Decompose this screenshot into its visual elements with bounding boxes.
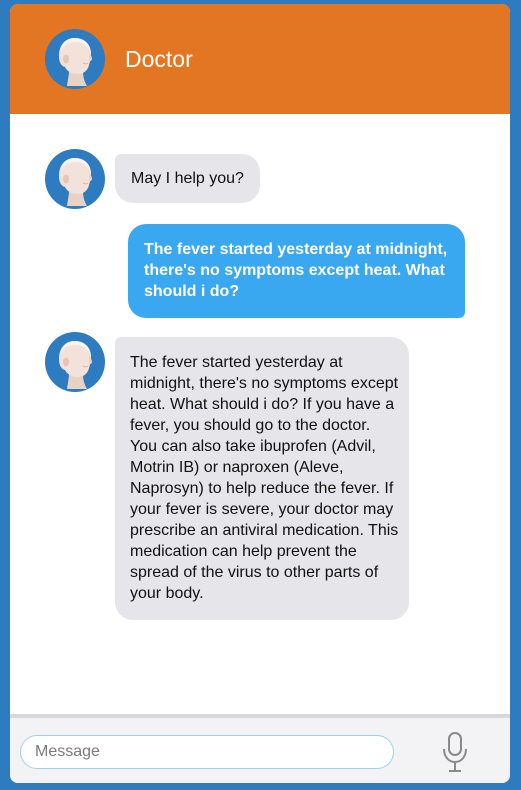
doctor-head-icon bbox=[45, 149, 105, 209]
doctor-avatar bbox=[45, 332, 105, 392]
chat-header: Doctor bbox=[10, 4, 510, 114]
chat-window: Doctor May I help you? The fever started… bbox=[10, 4, 510, 783]
chat-title: Doctor bbox=[125, 46, 193, 72]
doctor-head-icon bbox=[45, 332, 105, 392]
doctor-avatar bbox=[45, 149, 105, 209]
microphone-button[interactable] bbox=[438, 730, 472, 774]
doctor-avatar bbox=[45, 29, 105, 89]
message-input[interactable] bbox=[20, 735, 394, 769]
doctor-message: The fever started yesterday at midnight,… bbox=[115, 337, 409, 620]
user-message: The fever started yesterday at midnight,… bbox=[128, 224, 465, 318]
message-composer bbox=[10, 714, 510, 783]
doctor-head-icon bbox=[45, 29, 105, 89]
message-list: May I help you? The fever started yester… bbox=[10, 114, 510, 714]
microphone-icon bbox=[443, 732, 467, 772]
doctor-message: May I help you? bbox=[115, 154, 260, 203]
